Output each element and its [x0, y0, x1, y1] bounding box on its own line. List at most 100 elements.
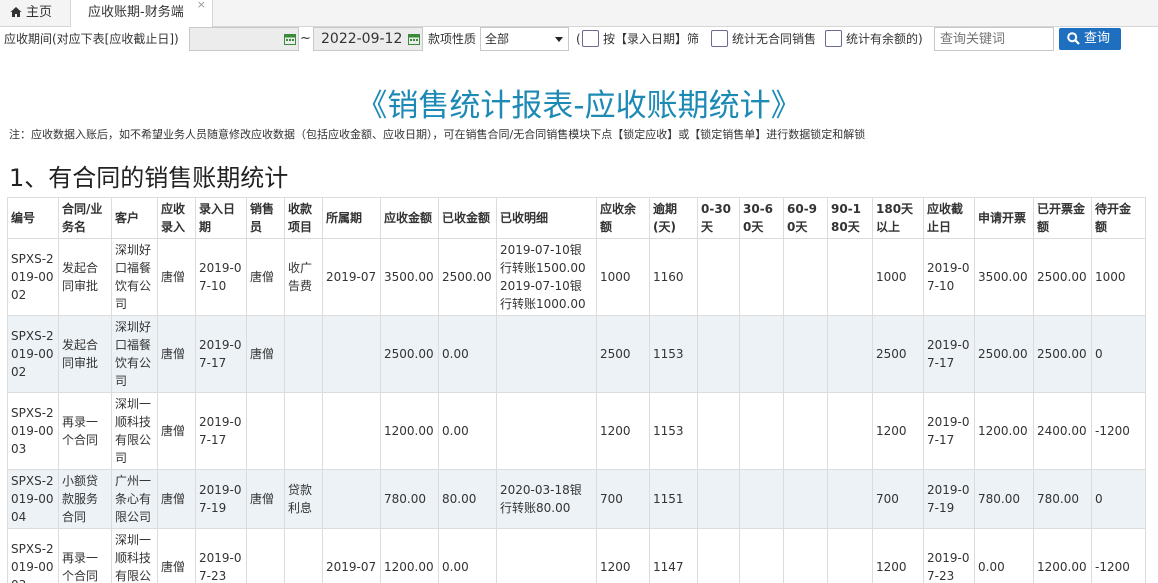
table-cell: 贷款利息 [284, 469, 323, 529]
table-cell: 700 [872, 469, 924, 529]
search-input[interactable] [934, 27, 1054, 51]
table-row[interactable]: SPXS-2019-0003再录一个合同深圳一顺科技有限公司唐僧2019-07-… [7, 392, 1146, 470]
table-cell: 2019-07-17 [923, 392, 975, 470]
table-cell: 唐僧 [157, 469, 196, 529]
table-cell: 2019-07-17 [195, 392, 247, 470]
table-cell: 再录一个合同 [58, 528, 112, 583]
table-cell: 780.00 [1033, 469, 1092, 529]
column-header: 已收金额 [438, 197, 497, 239]
table-cell [827, 469, 873, 529]
table-cell: 1160 [649, 238, 698, 316]
table-cell: 2500.00 [1033, 315, 1092, 393]
table-cell: 1000 [596, 238, 650, 316]
table-cell: SPXS-2019-0003 [7, 528, 59, 583]
table-cell [739, 528, 784, 583]
table-header-row: 编号 合同/业务名 客户 应收录入 录入日期 销售员 收款项目 所属期 应收金额 已收金额 已收明细… [7, 197, 1146, 239]
table-cell: 3500.00 [974, 238, 1034, 316]
table-cell: 780.00 [380, 469, 439, 529]
table-cell: 2019-07-23 [195, 528, 247, 583]
table-row[interactable]: SPXS-2019-0003再录一个合同深圳一顺科技有限公司唐僧2019-07-… [7, 528, 1146, 583]
table-cell: 小额贷款服务合同 [58, 469, 112, 529]
table-cell: 0 [1091, 315, 1146, 393]
table-cell: 2500.00 [974, 315, 1034, 393]
table-cell [284, 528, 323, 583]
table-cell: 1200 [872, 392, 924, 470]
column-header: 录入日期 [195, 197, 247, 239]
column-header: 收款项目 [284, 197, 323, 239]
table-cell [697, 392, 740, 470]
table-cell [697, 528, 740, 583]
table-cell: 唐僧 [157, 238, 196, 316]
date-separator: ~ [300, 31, 311, 46]
column-header: 应收截止日 [923, 197, 975, 239]
date-from-input[interactable] [189, 27, 299, 51]
table-cell [496, 528, 597, 583]
table-cell: 再录一个合同 [58, 392, 112, 470]
no-contract-sales-label: 统计无合同销售 [732, 32, 817, 46]
table-row[interactable]: SPXS-2019-0002 发起合同审批 深圳好口福餐饮有公司 唐僧 2019-07-… [7, 238, 1146, 316]
calendar-icon[interactable] [284, 33, 296, 45]
table-cell: 1200.00 [1033, 528, 1092, 583]
table-cell [827, 238, 873, 316]
table-cell: 2019-07-17 [923, 315, 975, 393]
table-cell: 1200 [872, 528, 924, 583]
table-cell: 收广告费 [284, 238, 323, 316]
filter-bar: 应收期间(对应下表[应收截止日]) ~ 2022-09-12 款项性质 全部 (… [0, 27, 1158, 52]
table-cell: -1200 [1091, 528, 1146, 583]
table-cell: 1000 [1091, 238, 1146, 316]
table-cell [322, 315, 381, 393]
column-header: 申请开票 [974, 197, 1034, 239]
table-cell [783, 469, 828, 529]
table-row[interactable]: SPXS-2019-0004 小额贷款服务合同 广州一条心有限公司 唐僧 2019-07… [7, 469, 1146, 529]
table-cell: 780.00 [974, 469, 1034, 529]
table-row[interactable]: SPXS-2019-0002 发起合同审批 深圳好口福餐饮有公司 唐僧 2019-07-… [7, 315, 1146, 393]
column-header: 合同/业务名 [58, 197, 112, 239]
table-cell: 2020-03-18银行转账80.00 [496, 469, 597, 529]
table-cell [322, 469, 381, 529]
type-select[interactable]: 全部 [480, 27, 569, 51]
table-cell: 广州一条心有限公司 [111, 469, 158, 529]
table-cell [739, 392, 784, 470]
date-to-input[interactable]: 2022-09-12 [313, 27, 423, 51]
tab-home[interactable]: 主页 [0, 0, 71, 27]
query-button[interactable]: 查询 [1059, 28, 1121, 50]
column-header: 60-90天 [783, 197, 828, 239]
type-label: 款项性质 [428, 32, 477, 46]
table-cell [697, 469, 740, 529]
tab-bar: 主页 应收账期-财务端 × [0, 0, 1158, 28]
table-cell: 2019-07-23 [923, 528, 975, 583]
table-cell [697, 238, 740, 316]
table-cell [739, 238, 784, 316]
table-cell [697, 315, 740, 393]
no-contract-sales-checkbox[interactable] [711, 30, 728, 47]
table-body: SPXS-2019-0002 发起合同审批 深圳好口福餐饮有公司 唐僧 2019-07-… [7, 238, 1146, 583]
table-cell [496, 315, 597, 393]
table-cell: 深圳一顺科技有限公司 [111, 392, 158, 470]
table-cell: 2019-07-10 [923, 238, 975, 316]
has-balance-checkbox[interactable] [825, 30, 842, 47]
table-cell [739, 469, 784, 529]
table-cell: 2500.00 [1033, 238, 1092, 316]
table-cell: 1200 [596, 392, 650, 470]
filter-by-entry-date-checkbox[interactable] [582, 30, 599, 47]
table-cell: 0.00 [438, 392, 497, 470]
table-cell: 发起合同审批 [58, 238, 112, 316]
column-header: 销售员 [246, 197, 285, 239]
page-title: 《销售统计报表-应收账期统计》 [356, 88, 802, 124]
table-cell [827, 392, 873, 470]
table-cell [827, 528, 873, 583]
table-cell: 唐僧 [246, 238, 285, 316]
paren-open: ( [576, 32, 581, 46]
table-cell: 唐僧 [246, 469, 285, 529]
search-icon [1067, 32, 1080, 45]
column-header: 已开票金额 [1033, 197, 1092, 239]
table-cell: 1200 [596, 528, 650, 583]
tab-receivable[interactable]: 应收账期-财务端 × [71, 0, 213, 28]
table-cell: 深圳一顺科技有限公司 [111, 528, 158, 583]
table-cell: 发起合同审批 [58, 315, 112, 393]
calendar-icon[interactable] [408, 33, 420, 45]
table-cell [284, 392, 323, 470]
table-cell: 1200.00 [380, 528, 439, 583]
close-icon[interactable]: × [197, 0, 206, 18]
table-cell: 1153 [649, 315, 698, 393]
